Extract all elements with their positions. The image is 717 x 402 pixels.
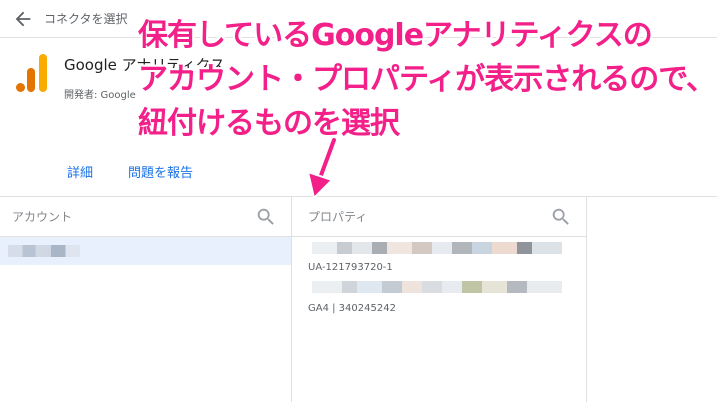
property-panel: プロパティ UA-121793720-1 GA4 | 340245242: [292, 197, 587, 402]
account-row-selected[interactable]: [0, 237, 291, 265]
back-label[interactable]: コネクタを選択: [44, 10, 128, 27]
annotation-callout: 保有しているGoogleアナリティクスの アカウント・プロパティが表示されるので…: [138, 14, 716, 146]
back-arrow-icon[interactable]: [12, 8, 34, 30]
analytics-logo-icon: [14, 52, 50, 92]
connector-developer: 開発者: Google: [64, 90, 136, 101]
annotation-line: 紐付けるものを選択: [138, 106, 400, 141]
report-issue-link[interactable]: 問題を報告: [128, 162, 193, 181]
details-link[interactable]: 詳細: [67, 162, 93, 181]
property-panel-header: プロパティ: [292, 197, 586, 237]
annotation-line: 保有しているGoogleアナリティクスの: [138, 18, 653, 53]
account-panel-title: アカウント: [12, 210, 73, 224]
annotation-line: アカウント・プロパティが表示されるので、: [138, 62, 716, 97]
property-id: GA4 | 340245242: [308, 303, 396, 314]
account-panel-header: アカウント: [0, 197, 291, 237]
property-id: UA-121793720-1: [308, 262, 393, 273]
search-icon[interactable]: [255, 206, 277, 228]
redacted-account-name: [8, 245, 80, 257]
property-panel-title: プロパティ: [308, 210, 368, 224]
redacted-property-name: [312, 242, 562, 254]
search-icon[interactable]: [550, 206, 572, 228]
annotation-arrow-icon: [306, 138, 338, 200]
selection-panels: アカウント プロパティ UA-121793720-1 GA4 | 3402452…: [0, 196, 717, 402]
redacted-property-name: [312, 281, 562, 293]
account-panel: アカウント: [0, 197, 292, 402]
